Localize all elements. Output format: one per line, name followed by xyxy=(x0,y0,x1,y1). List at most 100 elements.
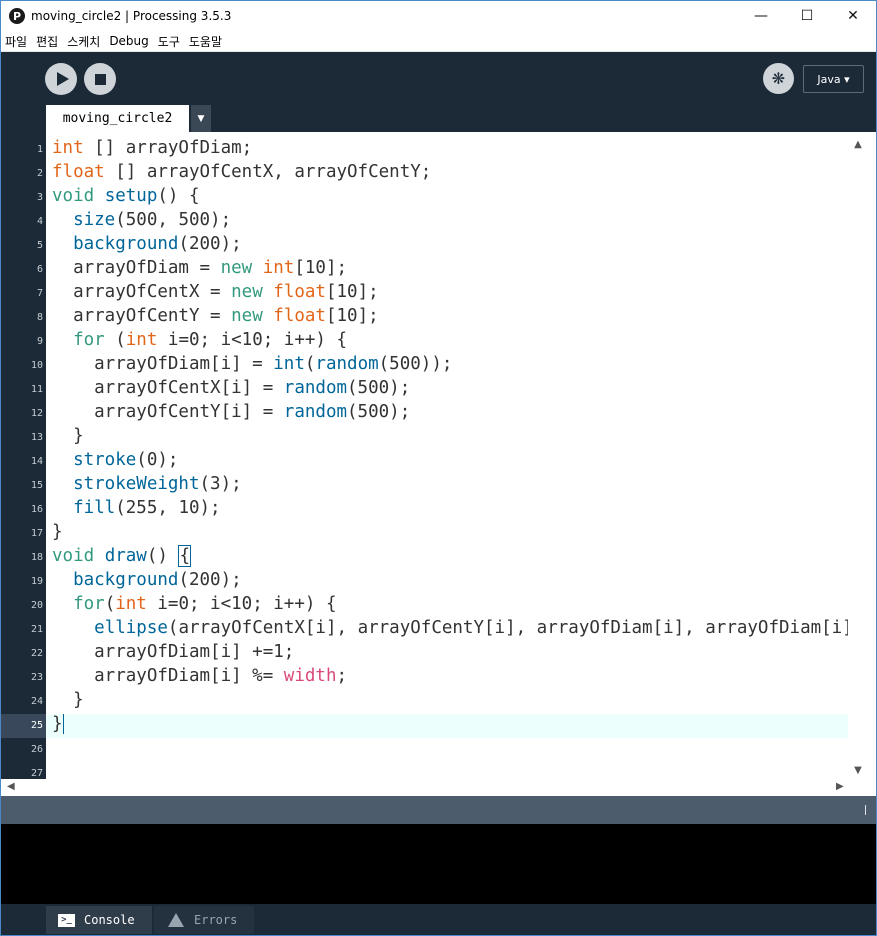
menu-sketch[interactable]: 스케치 xyxy=(67,33,100,50)
tab-errors-label: Errors xyxy=(194,913,238,927)
code-line: arrayOfDiam[i] %= width; xyxy=(52,666,347,690)
tab-console-label: Console xyxy=(84,913,135,927)
menu-edit[interactable]: 편집 xyxy=(36,33,58,50)
code-token: float xyxy=(52,162,105,182)
status-bar xyxy=(1,796,876,824)
console-output[interactable] xyxy=(1,824,876,904)
code-token: int xyxy=(125,330,158,350)
stop-icon xyxy=(94,73,106,85)
code-token: void xyxy=(52,546,95,566)
line-number: 16 xyxy=(30,504,43,515)
code-token: void xyxy=(52,186,95,206)
code-line: arrayOfDiam[i] = int(random(500)); xyxy=(52,354,452,378)
window-controls: — ☐ ✕ xyxy=(738,1,876,31)
line-number: 22 xyxy=(30,648,43,659)
code-line: } xyxy=(52,522,63,546)
code-line: } xyxy=(52,690,84,714)
line-number: 10 xyxy=(30,360,43,371)
code-line: ellipse(arrayOfCentX[i], arrayOfCentY[i]… xyxy=(52,618,874,642)
code-line: } xyxy=(52,714,64,738)
code-token: arrayOfDiam[i] %= xyxy=(52,666,284,686)
code-line: int [] arrayOfDiam; xyxy=(52,138,252,162)
code-token: int xyxy=(52,138,84,158)
line-number: 7 xyxy=(36,288,43,299)
code-token: random xyxy=(283,402,348,422)
code-token: size xyxy=(73,210,116,230)
maximize-button[interactable]: ☐ xyxy=(784,1,830,31)
code-line: for(int i=0; i<10; i++) { xyxy=(52,594,336,618)
scroll-right-icon[interactable]: ▶ xyxy=(836,781,844,792)
close-button[interactable]: ✕ xyxy=(830,1,876,31)
horizontal-scrollbar[interactable]: ◀ ▶ xyxy=(1,779,876,796)
code-line: stroke(0); xyxy=(52,450,178,474)
line-number: 4 xyxy=(36,216,43,227)
debugger-button[interactable]: ❋ xyxy=(763,63,794,94)
line-number: 24 xyxy=(30,696,43,707)
code-token: (500, 500); xyxy=(115,210,232,230)
line-number: 15 xyxy=(30,480,43,491)
code-token: (3); xyxy=(199,474,242,494)
warning-icon xyxy=(168,913,184,927)
code-line: float [] arrayOfCentX, arrayOfCentY; xyxy=(52,162,431,186)
code-token: (255, 10); xyxy=(115,498,221,518)
code-line: background(200); xyxy=(52,570,242,594)
code-line: arrayOfCentY[i] = random(500); xyxy=(52,402,410,426)
code-token: ( xyxy=(304,354,316,374)
tab-menu-button[interactable]: ▼ xyxy=(191,105,211,132)
code-token: (500); xyxy=(347,402,411,422)
line-number: 14 xyxy=(30,456,43,467)
code-token: new xyxy=(231,306,263,326)
line-number: 8 xyxy=(36,312,43,323)
status-divider[interactable] xyxy=(865,805,866,815)
line-number: 25 xyxy=(30,720,43,731)
code-token: } xyxy=(52,714,63,734)
code-line: } xyxy=(52,426,84,450)
line-number: 20 xyxy=(30,600,43,611)
scroll-down-icon[interactable]: ▼ xyxy=(850,762,866,778)
code-line: strokeWeight(3); xyxy=(52,474,242,498)
chevron-down-icon: ▼ xyxy=(197,113,205,124)
code-token: width xyxy=(283,666,337,686)
tab-console[interactable]: >_ Console xyxy=(46,906,152,934)
code-token: [] arrayOfCentX, arrayOfCentY; xyxy=(104,162,432,182)
vertical-scrollbar[interactable]: ▲ ▼ xyxy=(848,132,876,779)
code-token: draw xyxy=(104,546,147,566)
tab-moving-circle2[interactable]: moving_circle2 xyxy=(46,105,189,132)
code-line: void draw() { xyxy=(52,545,192,570)
code-editor[interactable]: 1 2 3 4 5 6 7 8 9 10 11 12 13 14 15 16 17 18 19 20 21 22 23 24 2… xyxy=(1,132,876,779)
menu-help[interactable]: 도움말 xyxy=(189,33,222,50)
code-line: arrayOfCentX[i] = random(500); xyxy=(52,378,410,402)
minimize-button[interactable]: — xyxy=(738,1,784,31)
code-line: fill(255, 10); xyxy=(52,498,221,522)
code-token: ( xyxy=(104,330,126,350)
menu-tools[interactable]: 도구 xyxy=(158,33,180,50)
tab-errors[interactable]: Errors xyxy=(154,906,254,934)
window-title: moving_circle2 | Processing 3.5.3 xyxy=(31,9,232,23)
code-token: () { xyxy=(157,186,200,206)
code-token: [10]; xyxy=(325,306,379,326)
code-text-area[interactable]: int [] arrayOfDiam; float [] arrayOfCentX… xyxy=(46,132,874,779)
run-button[interactable] xyxy=(45,63,77,95)
code-token: arrayOfDiam[i] +=1; xyxy=(52,642,295,662)
menu-bar: 파일 편집 스케치 Debug 도구 도움말 xyxy=(1,31,876,52)
code-token: (200); xyxy=(178,234,242,254)
menu-debug[interactable]: Debug xyxy=(109,34,148,48)
stop-button[interactable] xyxy=(84,63,116,95)
menu-file[interactable]: 파일 xyxy=(5,33,27,50)
scroll-left-icon[interactable]: ◀ xyxy=(7,781,15,792)
code-token: i=0; i<10; i++) { xyxy=(157,330,348,350)
code-token: (arrayOfCentX[i], arrayOfCentY[i], array… xyxy=(167,618,874,638)
line-number: 18 xyxy=(30,552,43,563)
current-line-highlight xyxy=(46,714,848,738)
scroll-up-icon[interactable]: ▲ xyxy=(850,136,866,152)
toolbar: ❋ Java ▾ xyxy=(1,53,876,105)
mode-selector[interactable]: Java ▾ xyxy=(803,65,864,93)
